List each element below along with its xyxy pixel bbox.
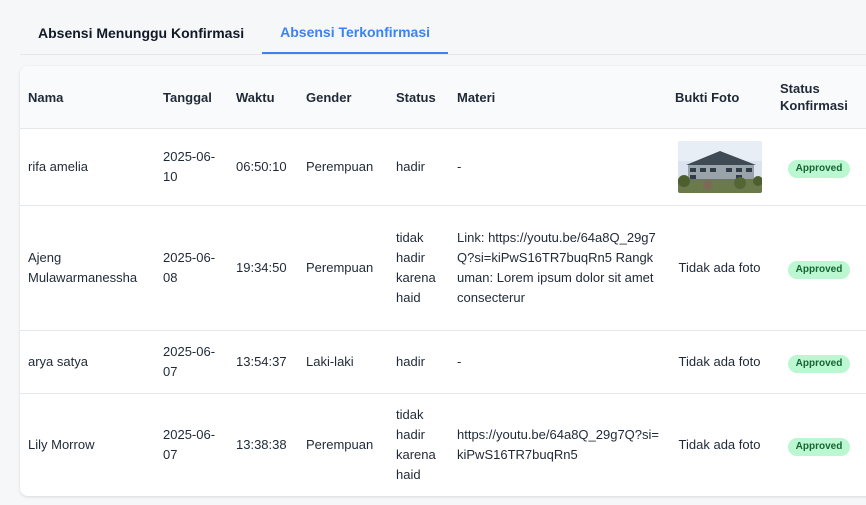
tab-bar: Absensi Menunggu Konfirmasi Absensi Terk… <box>20 10 866 55</box>
cell-tanggal: 2025-06-08 <box>155 205 228 331</box>
cell-materi: - <box>449 330 667 394</box>
cell-status-konfirmasi: Approved <box>772 205 866 331</box>
cell-waktu: 13:54:37 <box>228 330 298 394</box>
status-badge: Approved <box>787 437 851 456</box>
table-row: arya satya 2025-06-07 13:54:37 Laki-laki… <box>20 330 866 394</box>
attendance-photo-thumbnail[interactable] <box>677 141 762 193</box>
attendance-table-card: Nama Tanggal Waktu Gender Status Materi … <box>20 66 866 496</box>
status-badge: Approved <box>787 354 851 373</box>
cell-materi: https://youtu.be/64a8Q_29g7Q?si=kiPwS16T… <box>449 393 667 496</box>
cell-materi: Link: https://youtu.be/64a8Q_29g7Q?si=ki… <box>449 205 667 331</box>
cell-status: hadir <box>388 330 449 394</box>
table-row: Ajeng Mulawarmanessha 2025-06-08 19:34:5… <box>20 205 866 331</box>
cell-bukti-foto: Tidak ada foto <box>667 330 772 394</box>
status-badge: Approved <box>787 159 851 178</box>
header-status: Status <box>388 66 449 129</box>
cell-gender: Perempuan <box>298 393 388 496</box>
header-waktu: Waktu <box>228 66 298 129</box>
cell-status-konfirmasi: Approved <box>772 128 866 206</box>
cell-bukti-foto <box>667 128 772 206</box>
cell-status-konfirmasi: Approved <box>772 330 866 394</box>
cell-nama: Lily Morrow <box>20 393 155 496</box>
header-nama: Nama <box>20 66 155 129</box>
cell-bukti-foto: Tidak ada foto <box>667 393 772 496</box>
cell-status: hadir <box>388 128 449 206</box>
table-header: Nama Tanggal Waktu Gender Status Materi … <box>20 66 866 129</box>
cell-nama: rifa amelia <box>20 128 155 206</box>
cell-tanggal: 2025-06-10 <box>155 128 228 206</box>
header-status-konfirmasi: Status Konfirmasi <box>772 66 866 129</box>
header-materi: Materi <box>449 66 667 129</box>
cell-status: tidak hadir karena haid <box>388 205 449 331</box>
header-gender: Gender <box>298 66 388 129</box>
cell-waktu: 06:50:10 <box>228 128 298 206</box>
cell-waktu: 13:38:38 <box>228 393 298 496</box>
cell-materi: - <box>449 128 667 206</box>
header-tanggal: Tanggal <box>155 66 228 129</box>
cell-status: tidak hadir karena haid <box>388 393 449 496</box>
status-badge: Approved <box>787 260 851 279</box>
cell-nama: Ajeng Mulawarmanessha <box>20 205 155 331</box>
cell-bukti-foto: Tidak ada foto <box>667 205 772 331</box>
cell-status-konfirmasi: Approved <box>772 393 866 496</box>
cell-nama: arya satya <box>20 330 155 394</box>
tab-pending-attendance[interactable]: Absensi Menunggu Konfirmasi <box>20 12 262 54</box>
table-row: Lily Morrow 2025-06-07 13:38:38 Perempua… <box>20 393 866 496</box>
cell-gender: Laki-laki <box>298 330 388 394</box>
cell-tanggal: 2025-06-07 <box>155 393 228 496</box>
cell-gender: Perempuan <box>298 205 388 331</box>
cell-gender: Perempuan <box>298 128 388 206</box>
cell-waktu: 19:34:50 <box>228 205 298 331</box>
cell-tanggal: 2025-06-07 <box>155 330 228 394</box>
tab-confirmed-attendance[interactable]: Absensi Terkonfirmasi <box>262 12 449 54</box>
attendance-table: Nama Tanggal Waktu Gender Status Materi … <box>20 66 866 496</box>
header-bukti-foto: Bukti Foto <box>667 66 772 129</box>
table-row: rifa amelia 2025-06-10 06:50:10 Perempua… <box>20 128 866 206</box>
